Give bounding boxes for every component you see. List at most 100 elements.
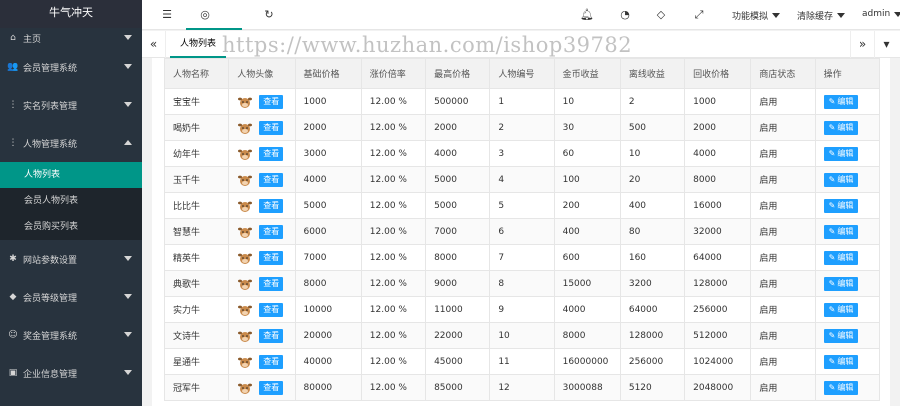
- pencil-icon: ✎: [828, 96, 836, 106]
- sidebar-item-company[interactable]: ▣ 企业信息管理: [0, 354, 142, 392]
- fullscreen-icon[interactable]: ⤢: [692, 8, 706, 22]
- sidebar-item-home[interactable]: ⌂ 主页: [0, 28, 142, 48]
- cell-rate: 12.00 %: [360, 374, 427, 401]
- top-bar: ☰ ◎ ↻ 🔔︎ ◔ ◇ ⤢ 功能模拟 清除缓存 admin: [142, 0, 900, 30]
- avatar-cell: 查看: [228, 374, 296, 401]
- view-button[interactable]: 查看: [259, 354, 284, 369]
- sidebar-item-label: 会员管理系统: [23, 63, 78, 74]
- edit-label: 编辑: [837, 330, 854, 340]
- sidebar-item-member-levels[interactable]: ◆ 会员等级管理: [0, 278, 142, 316]
- sidebar-subitem-character-list[interactable]: 人物列表: [0, 162, 142, 188]
- view-button[interactable]: 查看: [259, 276, 284, 291]
- tabs-scroll-right-icon[interactable]: »: [850, 31, 874, 58]
- view-button[interactable]: 查看: [259, 94, 284, 109]
- edit-button[interactable]: ✎ 编辑: [823, 94, 859, 109]
- view-button[interactable]: 查看: [259, 146, 284, 161]
- sidebar-item-bonus[interactable]: ☺ 奖金管理系统: [0, 316, 142, 354]
- sidebar-item-characters[interactable]: ⋮ 人物管理系统: [0, 124, 142, 162]
- edit-button[interactable]: ✎ 编辑: [823, 146, 859, 161]
- action-cell: ✎ 编辑: [814, 322, 881, 349]
- cell-base: 7000: [294, 244, 362, 271]
- theme-icon[interactable]: ◔: [618, 8, 632, 22]
- edit-button[interactable]: ✎ 编辑: [823, 250, 859, 265]
- pencil-icon: ✎: [828, 356, 836, 366]
- view-button[interactable]: 查看: [259, 328, 284, 343]
- view-button[interactable]: 查看: [259, 172, 284, 187]
- avatar-cell: 查看: [228, 88, 296, 115]
- table-row: 冠军牛 查看 80000 12.00 % 85000 12 3000088 5120 20480…: [163, 374, 881, 401]
- cell-no: 2: [489, 114, 555, 141]
- cell-status: 启用: [750, 374, 816, 401]
- cell-recycle: 2048000: [684, 374, 752, 401]
- edit-button[interactable]: ✎ 编辑: [823, 380, 859, 395]
- sidebar-item-members[interactable]: 👥 会员管理系统: [0, 48, 142, 86]
- document-icon: ▣: [8, 368, 18, 378]
- cell-rate: 12.00 %: [360, 218, 427, 245]
- edit-button[interactable]: ✎ 编辑: [823, 302, 859, 317]
- sidebar-subitem-member-characters[interactable]: 会员人物列表: [0, 188, 142, 214]
- edit-label: 编辑: [837, 96, 854, 106]
- tab-character-list[interactable]: 人物列表: [170, 31, 227, 58]
- view-button[interactable]: 查看: [259, 120, 284, 135]
- action-cell: ✎ 编辑: [814, 270, 881, 297]
- cell-no: 11: [489, 348, 555, 375]
- cell-gold: 4000: [553, 296, 621, 323]
- globe-icon[interactable]: ◎: [198, 8, 212, 22]
- cell-recycle: 8000: [684, 166, 752, 193]
- view-button[interactable]: 查看: [259, 224, 284, 239]
- edit-button[interactable]: ✎ 编辑: [823, 224, 859, 239]
- edit-button[interactable]: ✎ 编辑: [823, 328, 859, 343]
- tabs-dropdown-icon[interactable]: ▾: [874, 31, 898, 58]
- table-row: 精英牛 查看 7000 12.00 % 8000 7 600 160 64000 启用 ✎ 编辑: [163, 244, 881, 271]
- cell-offline: 80: [619, 218, 686, 245]
- cell-max: 8000: [425, 244, 491, 271]
- cell-name: 智慧牛: [163, 218, 230, 245]
- cell-no: 8: [489, 270, 555, 297]
- sidebar-item-site-settings[interactable]: ✱ 网站参数设置: [0, 240, 142, 278]
- edit-button[interactable]: ✎ 编辑: [823, 198, 859, 213]
- sidebar-toggle-icon[interactable]: ☰: [160, 8, 174, 22]
- sidebar-subitem-member-purchases[interactable]: 会员购买列表: [0, 214, 142, 240]
- refresh-icon[interactable]: ↻: [262, 8, 276, 22]
- bell-icon[interactable]: 🔔︎: [580, 8, 594, 22]
- action-cell: ✎ 编辑: [814, 166, 881, 193]
- column-header: 人物头像: [228, 58, 296, 89]
- view-button[interactable]: 查看: [259, 250, 284, 265]
- action-cell: ✎ 编辑: [814, 348, 881, 375]
- clear-cache-menu[interactable]: 清除缓存: [797, 9, 846, 22]
- cell-offline: 400: [619, 192, 686, 219]
- tabs-scroll-left-icon[interactable]: «: [142, 31, 166, 58]
- cell-rate: 12.00 %: [360, 348, 427, 375]
- view-button[interactable]: 查看: [259, 380, 284, 395]
- cow-avatar-icon: [238, 383, 253, 394]
- cell-name: 幼年牛: [163, 140, 230, 167]
- edit-label: 编辑: [837, 304, 854, 314]
- edit-button[interactable]: ✎ 编辑: [823, 120, 859, 135]
- cell-offline: 64000: [619, 296, 686, 323]
- cell-recycle: 16000: [684, 192, 752, 219]
- user-menu[interactable]: admin: [862, 9, 900, 19]
- chevron-down-icon: [124, 102, 132, 107]
- view-button[interactable]: 查看: [259, 302, 284, 317]
- cell-no: 3: [489, 140, 555, 167]
- chevron-down-icon: [124, 294, 132, 299]
- cell-gold: 400: [553, 218, 621, 245]
- chevron-down-icon: [837, 13, 846, 18]
- cell-name: 星通牛: [163, 348, 230, 375]
- pencil-icon: ✎: [828, 226, 836, 236]
- edit-button[interactable]: ✎ 编辑: [823, 276, 859, 291]
- edit-button[interactable]: ✎ 编辑: [823, 354, 859, 369]
- tag-icon[interactable]: ◇: [654, 8, 668, 22]
- cell-gold: 16000000: [553, 348, 621, 375]
- edit-button[interactable]: ✎ 编辑: [823, 172, 859, 187]
- smile-icon: ☺: [8, 330, 18, 340]
- view-button[interactable]: 查看: [259, 198, 284, 213]
- cow-avatar-icon: [238, 123, 253, 134]
- brand-title: 牛气冲天: [0, 0, 142, 28]
- function-menu[interactable]: 功能模拟: [732, 9, 781, 22]
- cell-status: 启用: [750, 114, 816, 141]
- pencil-icon: ✎: [828, 148, 836, 158]
- sidebar-item-realname[interactable]: ⋮ 实名列表管理: [0, 86, 142, 124]
- cell-rate: 12.00 %: [360, 322, 427, 349]
- cell-no: 5: [489, 192, 555, 219]
